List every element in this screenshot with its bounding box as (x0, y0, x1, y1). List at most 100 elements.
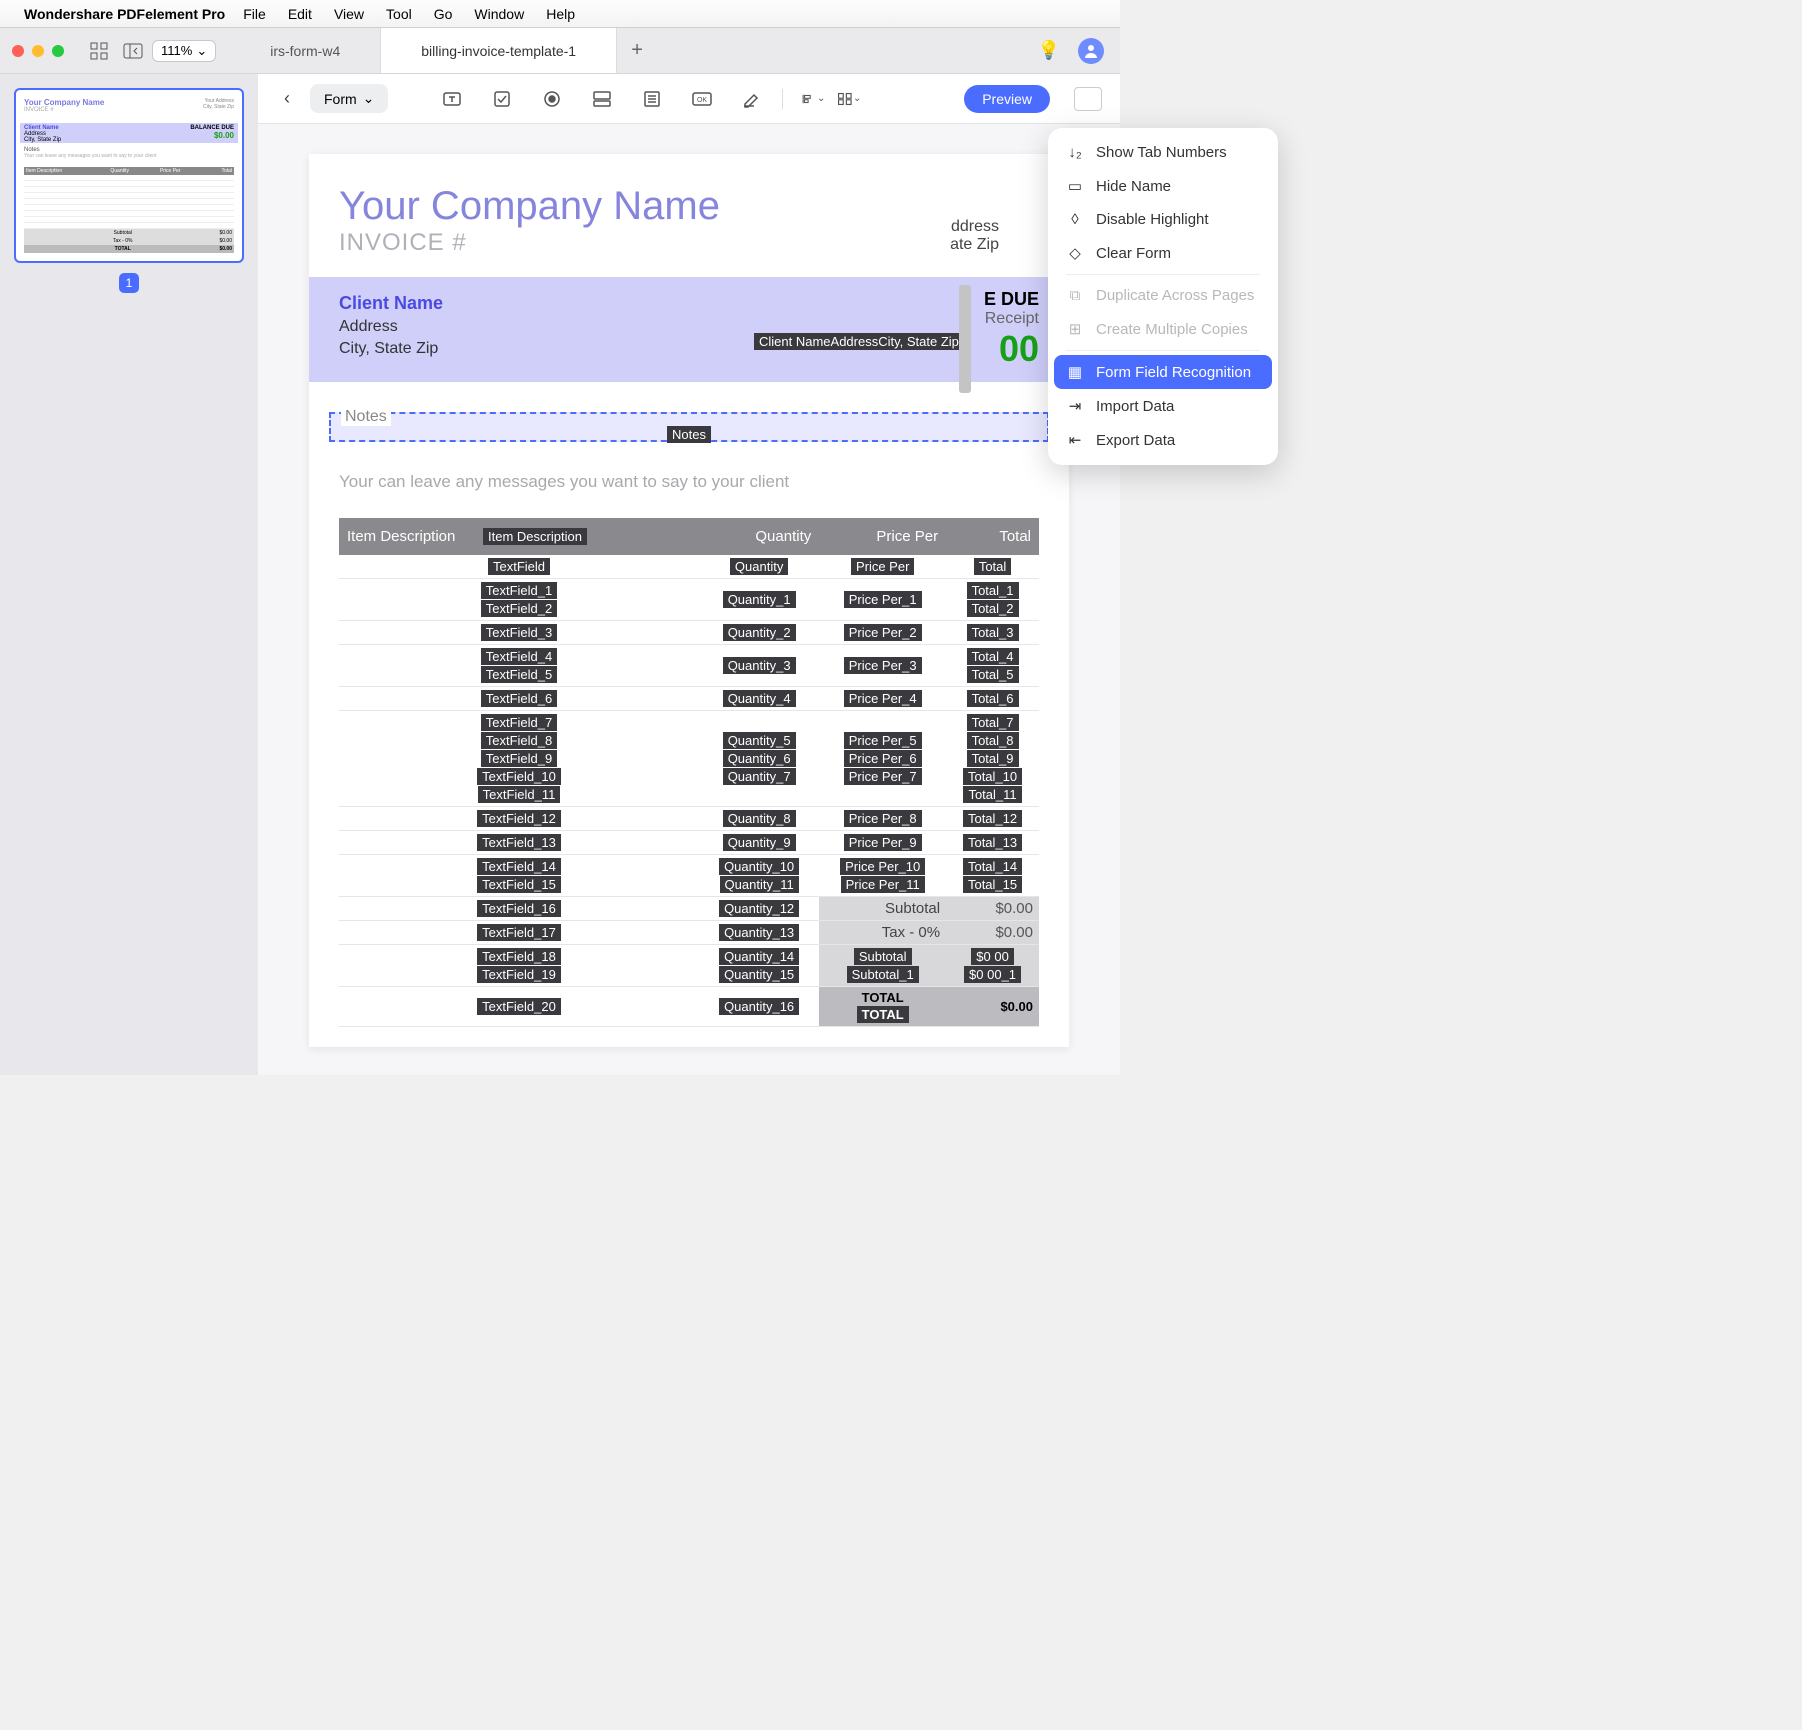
menu-help[interactable]: Help (546, 6, 575, 22)
account-avatar[interactable] (1078, 38, 1104, 64)
form-field-label[interactable]: Total_1 (967, 582, 1019, 599)
form-field-label[interactable]: Total_6 (967, 690, 1019, 707)
close-window-button[interactable] (12, 45, 24, 57)
form-field-label[interactable]: Subtotal (854, 948, 912, 965)
signature-tool-icon[interactable] (740, 87, 764, 111)
form-field-label[interactable]: Price Per_1 (844, 591, 922, 608)
form-field-label[interactable]: Price Per_4 (844, 690, 922, 707)
form-field-label[interactable]: Price Per_8 (844, 810, 922, 827)
form-field-label[interactable]: TOTAL (857, 1006, 909, 1023)
form-field-label[interactable]: Quantity_15 (719, 966, 799, 983)
form-field-label[interactable]: Total_13 (963, 834, 1022, 851)
form-field-label[interactable]: Quantity_7 (723, 768, 796, 785)
form-field-label[interactable]: Total_15 (963, 876, 1022, 893)
form-field-label[interactable]: TextField_3 (481, 624, 557, 641)
form-field-label[interactable]: Quantity_8 (723, 810, 796, 827)
form-field-label[interactable]: Total_5 (967, 666, 1019, 683)
form-field-label[interactable]: TextField_14 (477, 858, 561, 875)
grid-view-icon[interactable] (86, 39, 112, 63)
tips-bulb-icon[interactable]: 💡 (1038, 40, 1060, 61)
form-field-label[interactable]: Quantity_6 (723, 750, 796, 767)
form-field-label[interactable]: Subtotal_1 (847, 966, 919, 983)
combobox-tool-icon[interactable] (590, 87, 614, 111)
more-tools-dropdown-icon[interactable]: ⌄ (837, 87, 861, 111)
radio-tool-icon[interactable] (540, 87, 564, 111)
tab-billing-invoice[interactable]: billing-invoice-template-1 (381, 28, 617, 73)
form-field-label[interactable]: Total_2 (967, 600, 1019, 617)
form-field-label[interactable]: Quantity_4 (723, 690, 796, 707)
form-field-label[interactable]: Total (974, 558, 1011, 575)
dd-show-tab-numbers[interactable]: ↓₂Show Tab Numbers (1054, 136, 1272, 169)
form-field-label[interactable]: TextField_8 (481, 732, 557, 749)
form-field-label[interactable]: Price Per_10 (840, 858, 925, 875)
menu-window[interactable]: Window (474, 6, 524, 22)
form-field-label[interactable]: TextField_6 (481, 690, 557, 707)
form-field-label[interactable]: Quantity_12 (719, 900, 799, 917)
back-button[interactable]: ‹ (276, 84, 298, 113)
form-field-label[interactable]: TextField_18 (477, 948, 561, 965)
form-field-label[interactable]: Quantity_5 (723, 732, 796, 749)
dd-form-field-recognition[interactable]: ▦Form Field Recognition (1054, 355, 1272, 389)
minimize-window-button[interactable] (32, 45, 44, 57)
page-thumbnail[interactable]: Your Company Name INVOICE # Your Address… (14, 88, 244, 263)
form-field-label[interactable]: TextField_11 (478, 786, 561, 803)
sidebar-toggle-icon[interactable] (120, 39, 146, 63)
form-field-label[interactable]: Quantity_9 (723, 834, 796, 851)
form-field-label[interactable]: Quantity_1 (723, 591, 796, 608)
th-desc-field[interactable]: Item Description (483, 528, 587, 545)
form-field-label[interactable]: TextField_2 (481, 600, 557, 617)
menu-file[interactable]: File (243, 6, 266, 22)
form-field-label[interactable]: TextField_17 (477, 924, 561, 941)
form-field-label[interactable]: Price Per_11 (841, 876, 925, 893)
notes-form-field[interactable]: Notes Notes (329, 412, 1049, 442)
form-field-label[interactable]: Quantity_2 (723, 624, 796, 641)
form-field-label[interactable]: Price Per_3 (844, 657, 922, 674)
listbox-tool-icon[interactable] (640, 87, 664, 111)
dd-hide-name[interactable]: ▭Hide Name (1054, 169, 1272, 203)
form-field-label[interactable]: Total_10 (963, 768, 1022, 785)
form-field-label[interactable]: Price Per_6 (844, 750, 922, 767)
form-field-label[interactable]: TextField_19 (477, 966, 561, 983)
form-field-label[interactable]: TextField_20 (477, 998, 561, 1015)
form-field-label[interactable]: Total_12 (963, 810, 1022, 827)
zoom-dropdown[interactable]: 111% ⌄ (152, 40, 216, 62)
dd-export-data[interactable]: ⇤Export Data (1054, 423, 1272, 457)
menu-tool[interactable]: Tool (386, 6, 412, 22)
form-field-label[interactable]: Quantity_11 (720, 876, 799, 893)
form-field-label[interactable]: Quantity_16 (719, 998, 799, 1015)
menu-edit[interactable]: Edit (288, 6, 312, 22)
form-field-label[interactable]: Total_14 (963, 858, 1022, 875)
form-field-label[interactable]: $0 00 (971, 948, 1014, 965)
form-field-label[interactable]: Total_7 (967, 714, 1019, 731)
form-field-label[interactable]: Quantity_14 (719, 948, 799, 965)
field-resize-handle[interactable] (959, 285, 971, 393)
form-field-label[interactable]: TextField_4 (481, 648, 557, 665)
form-field-label[interactable]: Total_3 (967, 624, 1019, 641)
menu-view[interactable]: View (334, 6, 364, 22)
form-field-label[interactable]: Total_11 (963, 786, 1021, 803)
tab-irs-form-w4[interactable]: irs-form-w4 (230, 28, 381, 73)
form-field-label[interactable]: TextField_12 (477, 810, 561, 827)
client-form-field[interactable]: Client NameAddressCity, State Zip (754, 333, 964, 351)
form-field-label[interactable]: Quantity (730, 558, 788, 575)
checkbox-tool-icon[interactable] (490, 87, 514, 111)
form-field-label[interactable]: Total_4 (967, 648, 1019, 665)
compare-panel-icon[interactable] (1074, 87, 1102, 111)
new-tab-button[interactable]: + (617, 28, 657, 73)
form-field-label[interactable]: Quantity_3 (723, 657, 796, 674)
form-field-label[interactable]: TextField_9 (481, 750, 557, 767)
menu-go[interactable]: Go (434, 6, 453, 22)
form-field-label[interactable]: Price Per_7 (844, 768, 922, 785)
form-field-label[interactable]: Quantity_13 (719, 924, 799, 941)
dd-disable-highlight[interactable]: ◊Disable Highlight (1054, 203, 1272, 236)
fullscreen-window-button[interactable] (52, 45, 64, 57)
dd-import-data[interactable]: ⇥Import Data (1054, 389, 1272, 423)
form-field-label[interactable]: TextField_10 (477, 768, 561, 785)
form-field-label[interactable]: Price Per (851, 558, 914, 575)
preview-button[interactable]: Preview (964, 85, 1050, 113)
form-field-label[interactable]: TextField_15 (477, 876, 561, 893)
button-tool-icon[interactable]: OK (690, 87, 714, 111)
form-field-label[interactable]: TextField (488, 558, 550, 575)
form-field-label[interactable]: Total_9 (967, 750, 1019, 767)
form-field-label[interactable]: TextField_13 (477, 834, 561, 851)
